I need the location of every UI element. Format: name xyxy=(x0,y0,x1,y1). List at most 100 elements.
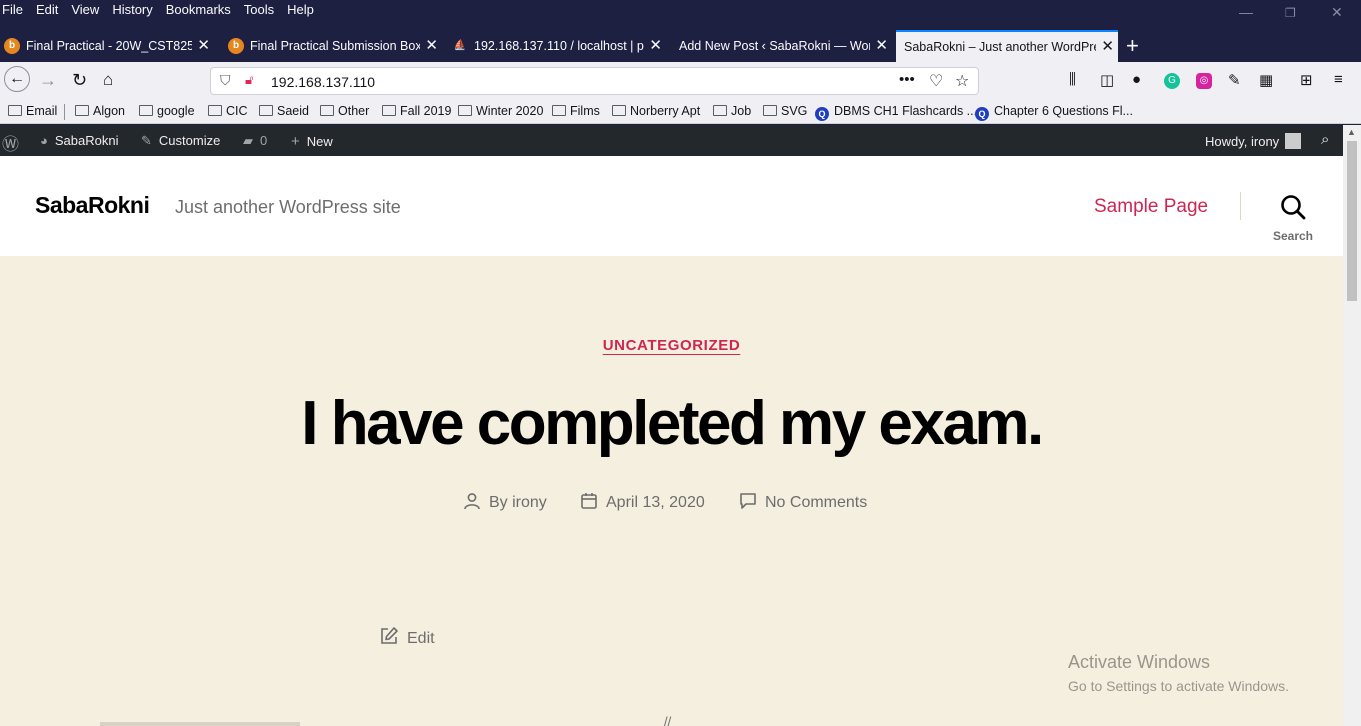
post-comments[interactable]: No Comments xyxy=(739,492,867,512)
category-link[interactable]: UNCATEGORIZED xyxy=(603,337,741,354)
watermark-title: Activate Windows xyxy=(1068,652,1211,672)
bookmark-folder-algon[interactable]: Algon xyxy=(75,104,125,118)
bookmark-folder-job[interactable]: Job xyxy=(713,104,751,118)
wordpress-logo-icon[interactable]: Ⓦ xyxy=(2,130,19,155)
post-date[interactable]: April 13, 2020 xyxy=(580,492,705,512)
tab-add-new-post[interactable]: Add New Post ‹ SabaRokni — Word ✕ xyxy=(672,30,892,62)
extensions-icon[interactable]: ⊞ xyxy=(1300,71,1313,89)
header-divider xyxy=(1240,192,1241,220)
eyedropper-icon[interactable]: ✎ xyxy=(1228,71,1241,89)
post-category: UNCATEGORIZED xyxy=(0,337,1343,355)
tab-close-icon[interactable]: ✕ xyxy=(1101,32,1114,62)
url-bar[interactable]: ⛉ 🔓︎ 192.168.137.110 ••• ♡ ☆ xyxy=(210,67,979,95)
plus-icon: + xyxy=(291,133,300,150)
tab-sabarokni-active[interactable]: SabaRokni – Just another WordPres ✕ xyxy=(896,30,1118,62)
admin-new[interactable]: + New xyxy=(291,133,333,150)
bookmark-folder-films[interactable]: Films xyxy=(552,104,600,118)
nav-sample-page[interactable]: Sample Page xyxy=(1094,196,1208,218)
page-actions-icon[interactable]: ••• xyxy=(899,71,915,88)
bookmark-folder-google[interactable]: google xyxy=(139,104,195,118)
hamburger-menu-icon[interactable]: ≡ xyxy=(1334,71,1343,88)
menu-bar: File Edit View History Bookmarks Tools H… xyxy=(0,0,1361,30)
folder-icon xyxy=(75,105,89,116)
tab-submission-box[interactable]: b Final Practical Submission Box ✕ xyxy=(224,30,442,62)
comment-icon xyxy=(740,493,756,509)
back-icon[interactable]: ← xyxy=(4,66,30,92)
admin-comments[interactable]: ▰ 0 xyxy=(243,133,267,149)
tab-close-icon[interactable]: ✕ xyxy=(197,30,210,62)
post-edit-link[interactable]: Edit xyxy=(379,626,435,648)
calendar-icon xyxy=(581,493,597,509)
avatar xyxy=(1285,133,1302,149)
scroll-up-icon[interactable]: ▲ xyxy=(1347,127,1356,137)
menu-tools[interactable]: Tools xyxy=(244,2,274,17)
folder-icon xyxy=(612,105,626,116)
search-icon xyxy=(1281,195,1306,220)
folder-icon xyxy=(458,105,472,116)
quizlet-icon: Q xyxy=(975,107,989,121)
site-title[interactable]: SabaRokni xyxy=(35,192,150,219)
admin-search-icon[interactable]: ⌕ xyxy=(1321,131,1329,148)
tab-close-icon[interactable]: ✕ xyxy=(649,30,662,62)
search-toggle[interactable]: Search xyxy=(1268,194,1318,243)
window-close-icon[interactable]: ✕ xyxy=(1331,4,1343,21)
tab-title: SabaRokni – Just another WordPres xyxy=(904,40,1096,54)
menu-file[interactable]: File xyxy=(2,2,23,17)
brightspace-icon: b xyxy=(228,38,244,54)
search-label: Search xyxy=(1272,229,1314,243)
tab-close-icon[interactable]: ✕ xyxy=(875,30,888,62)
reload-icon[interactable]: ↻ xyxy=(72,70,87,91)
bookmark-folder-fall-2019[interactable]: Fall 2019 xyxy=(382,104,451,118)
bookmark-dbms-flashcards[interactable]: Q DBMS CH1 Flashcards ... xyxy=(815,104,977,121)
admin-account[interactable]: Howdy, irony xyxy=(1205,133,1302,149)
menu-bookmarks[interactable]: Bookmarks xyxy=(166,2,231,17)
admin-site-name[interactable]: ◕ SabaRokni xyxy=(40,133,118,148)
account-icon[interactable]: ● xyxy=(1132,71,1141,88)
pocket-icon[interactable]: ♡ xyxy=(929,71,943,91)
bookmark-folder-norberry-apt[interactable]: Norberry Apt xyxy=(612,104,700,118)
post-author[interactable]: By irony xyxy=(463,492,547,512)
menu-view[interactable]: View xyxy=(71,2,99,17)
horizontal-scroll-shadow xyxy=(100,722,300,726)
bookmark-folder-other[interactable]: Other xyxy=(320,104,369,118)
bookmark-folder-saeid[interactable]: Saeid xyxy=(259,104,309,118)
new-tab-icon[interactable]: + xyxy=(1126,33,1139,59)
menu-help[interactable]: Help xyxy=(287,2,314,17)
tab-final-practical[interactable]: b Final Practical - 20W_CST8254_ ✕ xyxy=(0,30,214,62)
library-icon[interactable]: ⫼ xyxy=(1069,71,1076,88)
restore-icon[interactable]: ❐ xyxy=(1285,6,1296,20)
page-scrollbar[interactable]: ▲ xyxy=(1343,125,1361,726)
sidebar-icon[interactable]: ◫ xyxy=(1100,71,1114,89)
home-icon[interactable]: ⌂ xyxy=(103,70,113,90)
bookmark-separator xyxy=(64,104,65,120)
scrollbar-thumb[interactable] xyxy=(1347,141,1357,301)
tab-close-icon[interactable]: ✕ xyxy=(425,30,438,62)
bookmark-star-icon[interactable]: ☆ xyxy=(955,71,969,91)
grammarly-icon[interactable]: G xyxy=(1164,73,1180,89)
ruler-icon[interactable]: ▦ xyxy=(1259,71,1273,89)
site-header: SabaRokni Just another WordPress site Sa… xyxy=(0,156,1343,256)
url-text[interactable]: 192.168.137.110 xyxy=(271,74,375,90)
bookmark-folder-winter-2020[interactable]: Winter 2020 xyxy=(458,104,543,118)
admin-customize[interactable]: ✎ Customize xyxy=(141,133,220,149)
post-title: I have completed my exam. xyxy=(301,389,1044,458)
person-icon xyxy=(464,493,480,510)
forward-icon[interactable]: → xyxy=(39,70,57,91)
bookmark-chapter-6[interactable]: Q Chapter 6 Questions Fl... xyxy=(975,104,1133,121)
separator-icon: // xyxy=(664,714,672,726)
minimize-icon[interactable]: — xyxy=(1239,4,1253,20)
menu-edit[interactable]: Edit xyxy=(36,2,58,17)
wp-admin-bar: Ⓦ ◕ SabaRokni ✎ Customize ▰ 0 + New Howdy, i… xyxy=(0,125,1343,156)
edit-icon xyxy=(381,627,398,644)
bookmark-folder-email[interactable]: Email xyxy=(8,104,57,118)
instagram-icon[interactable]: ◎ xyxy=(1196,73,1212,89)
tab-phpmyadmin[interactable]: ⛵ 192.168.137.110 / localhost | ph ✕ xyxy=(448,30,666,62)
folder-icon xyxy=(8,105,22,116)
folder-icon xyxy=(713,105,727,116)
bookmark-folder-svg[interactable]: SVG xyxy=(763,104,807,118)
tracking-protection-icon[interactable]: ⛉ xyxy=(220,72,231,89)
menu-history[interactable]: History xyxy=(112,2,152,17)
watermark-subtitle: Go to Settings to activate Windows. xyxy=(1068,678,1289,694)
bookmark-folder-cic[interactable]: CIC xyxy=(208,104,248,118)
insecure-lock-icon[interactable]: 🔓︎ xyxy=(245,72,253,88)
